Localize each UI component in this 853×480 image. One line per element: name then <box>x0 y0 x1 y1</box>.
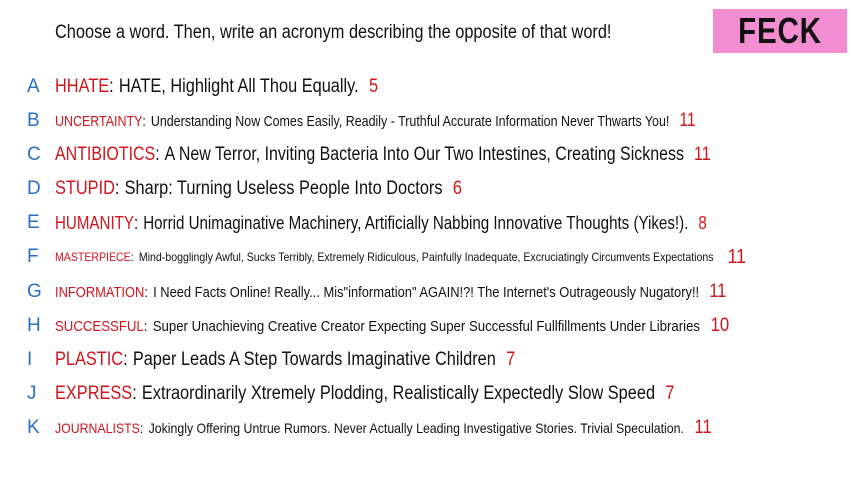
entry-acronym: Understanding Now Comes Easily, Readily … <box>150 112 670 130</box>
entry-acronym: I Need Facts Online! Really... Mis"infor… <box>153 283 700 301</box>
entry-letter: E <box>27 212 40 233</box>
entry-line: EXPRESS: Extraordinarily Xtremely Ploddi… <box>55 383 675 404</box>
entry-word: ANTIBIOTICS <box>55 144 156 165</box>
entry-row: B UNCERTAINTY: Understanding Now Comes E… <box>0 106 853 136</box>
entry-word: MASTERPIECE <box>55 250 131 264</box>
entry-line: UNCERTAINTY: Understanding Now Comes Eas… <box>55 110 696 131</box>
entry-count: 8 <box>698 212 707 233</box>
badge-label: FECK <box>738 10 822 51</box>
entry-count: 11 <box>679 110 696 131</box>
entry-row: F MASTERPIECE: Mind-bogglingly Awful, Su… <box>0 242 853 272</box>
entry-count: 11 <box>694 144 711 165</box>
feck-badge: FECK <box>713 9 847 53</box>
entry-row: J EXPRESS: Extraordinarily Xtremely Plod… <box>0 379 853 409</box>
entry-word: JOURNALISTS <box>55 420 140 436</box>
entry-row: A HHATE: HATE, Highlight All Thou Equall… <box>0 72 853 102</box>
entry-word: HUMANITY <box>55 212 134 233</box>
entry-count: 11 <box>709 281 727 302</box>
entry-count: 11 <box>727 245 746 268</box>
entry-letter: I <box>27 349 33 370</box>
entry-row: D STUPID: Sharp: Turning Useless People … <box>0 174 853 204</box>
entry-acronym: Horrid Unimaginative Machinery, Artifici… <box>143 212 689 233</box>
entry-letter: J <box>27 383 37 404</box>
entry-acronym: Super Unachieving Creative Creator Expec… <box>152 317 701 335</box>
entry-row: I PLASTIC: Paper Leads A Step Towards Im… <box>0 345 853 375</box>
entry-line: HUMANITY: Horrid Unimaginative Machinery… <box>55 212 707 233</box>
entry-line: INFORMATION: I Need Facts Online! Really… <box>55 281 727 302</box>
entry-row: C ANTIBIOTICS: A New Terror, Inviting Ba… <box>0 140 853 170</box>
entry-acronym: Jokingly Offering Untrue Rumors. Never A… <box>148 420 684 436</box>
entry-letter: A <box>27 76 40 97</box>
entry-word: STUPID <box>55 178 115 199</box>
entry-count: 7 <box>665 383 675 404</box>
entry-word: INFORMATION <box>55 283 145 301</box>
entry-acronym: Sharp: Turning Useless People Into Docto… <box>124 178 443 199</box>
entry-count: 6 <box>452 178 462 199</box>
entry-count: 11 <box>694 417 712 438</box>
entry-line: SUCCESSFUL: Super Unachieving Creative C… <box>55 315 730 336</box>
entry-acronym: Extraordinarily Xtremely Plodding, Reali… <box>141 383 656 404</box>
entry-row: H SUCCESSFUL: Super Unachieving Creative… <box>0 311 853 341</box>
entry-letter: G <box>27 281 42 302</box>
entry-word: SUCCESSFUL <box>55 317 144 335</box>
entry-letter: H <box>27 315 41 336</box>
entry-count: 7 <box>506 349 516 370</box>
entry-acronym: A New Terror, Inviting Bacteria Into Our… <box>164 144 684 165</box>
entry-word: UNCERTAINTY <box>55 112 143 130</box>
entry-row: G INFORMATION: I Need Facts Online! Real… <box>0 277 853 307</box>
entry-letter: B <box>27 110 40 131</box>
entry-line: PLASTIC: Paper Leads A Step Towards Imag… <box>55 349 516 370</box>
entry-count: 10 <box>710 315 730 336</box>
entry-letter: F <box>27 246 39 267</box>
entry-acronym: Mind-bogglingly Awful, Sucks Terribly, E… <box>138 250 714 264</box>
entry-line: STUPID: Sharp: Turning Useless People In… <box>55 178 462 199</box>
entry-line: JOURNALISTS: Jokingly Offering Untrue Ru… <box>55 417 712 438</box>
entry-letter: K <box>27 417 40 438</box>
entry-word: EXPRESS <box>55 383 133 404</box>
prompt-text: Choose a word. Then, write an acronym de… <box>55 22 612 43</box>
entry-acronym: HATE, Highlight All Thou Equally. <box>118 76 359 97</box>
entry-line: MASTERPIECE: Mind-bogglingly Awful, Suck… <box>55 245 746 268</box>
entry-letter: C <box>27 144 41 165</box>
entry-word: HHATE <box>55 76 110 97</box>
entry-row: E HUMANITY: Horrid Unimaginative Machine… <box>0 208 853 238</box>
entry-line: ANTIBIOTICS: A New Terror, Inviting Bact… <box>55 144 711 165</box>
entry-acronym: Paper Leads A Step Towards Imaginative C… <box>132 349 496 370</box>
entry-letter: D <box>27 178 41 199</box>
entry-word: PLASTIC <box>55 349 124 370</box>
entry-line: HHATE: HATE, Highlight All Thou Equally.… <box>55 76 379 97</box>
entry-row: K JOURNALISTS: Jokingly Offering Untrue … <box>0 413 853 443</box>
entry-count: 5 <box>368 76 379 97</box>
